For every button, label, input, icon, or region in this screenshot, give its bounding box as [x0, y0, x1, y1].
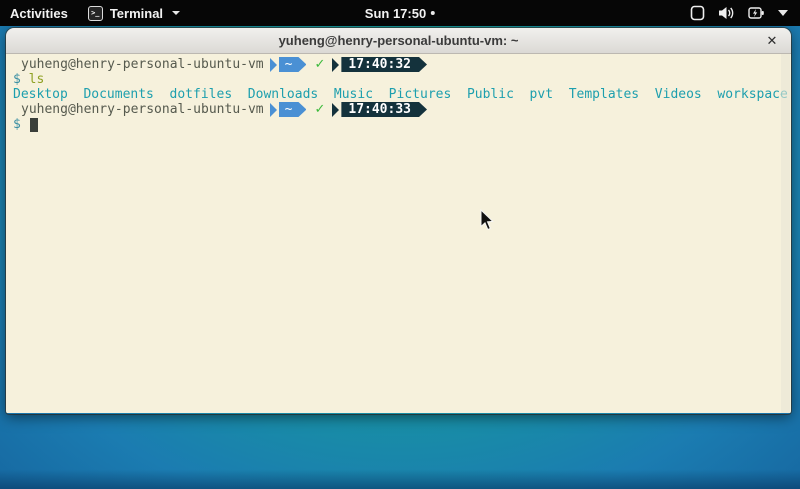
prompt-symbol: $: [13, 72, 21, 87]
powerline-arrow-icon: [270, 103, 277, 117]
system-status-area[interactable]: [678, 0, 800, 26]
text-cursor: [30, 118, 38, 132]
prompt-path-segment: ~: [279, 57, 307, 72]
terminal-content[interactable]: yuheng@henry-personal-ubuntu-vm ~ ✓ 17:4…: [6, 54, 791, 413]
powerline-arrow-icon: [332, 103, 339, 117]
window-titlebar[interactable]: yuheng@henry-personal-ubuntu-vm: ~ ✕: [6, 28, 791, 54]
terminal-window: yuheng@henry-personal-ubuntu-vm: ~ ✕ yuh…: [6, 28, 791, 414]
chevron-down-icon: [778, 10, 788, 16]
terminal-app-icon: >_: [88, 6, 103, 21]
typed-command: ls: [29, 72, 45, 87]
prompt-time-segment: 17:40:32: [341, 57, 427, 72]
tablet-icon: [690, 5, 705, 21]
prompt-user-host: yuheng@henry-personal-ubuntu-vm: [13, 102, 264, 117]
prompt-line-2: yuheng@henry-personal-ubuntu-vm ~ ✓ 17:4…: [13, 102, 791, 117]
app-menu-label: Terminal: [110, 6, 163, 21]
battery-charging-icon: [748, 6, 765, 20]
app-menu-terminal[interactable]: >_ Terminal: [78, 0, 190, 26]
mouse-pointer-icon: [480, 209, 494, 231]
prompt-user-host: yuheng@henry-personal-ubuntu-vm: [13, 57, 264, 72]
prompt-time-segment: 17:40:33: [341, 102, 427, 117]
ls-output: Desktop Documents dotfiles Downloads Mus…: [13, 87, 791, 102]
notification-dot-icon: [431, 11, 435, 15]
close-button[interactable]: ✕: [761, 30, 783, 52]
window-title: yuheng@henry-personal-ubuntu-vm: ~: [279, 33, 519, 48]
chevron-down-icon: [172, 11, 180, 15]
input-line[interactable]: $: [13, 117, 791, 132]
clock-button[interactable]: Sun 17:50: [365, 0, 435, 26]
volume-icon: [718, 6, 735, 20]
activities-button[interactable]: Activities: [0, 0, 78, 26]
command-line: $ ls: [13, 72, 791, 87]
clock-label: Sun 17:50: [365, 6, 426, 21]
prompt-path-segment: ~: [279, 102, 307, 117]
status-check-icon: ✓: [314, 57, 325, 72]
prompt-symbol: $: [13, 117, 21, 132]
top-bar: Activities >_ Terminal Sun 17:50: [0, 0, 800, 26]
status-check-icon: ✓: [314, 102, 325, 117]
powerline-arrow-icon: [332, 58, 339, 72]
powerline-arrow-icon: [270, 58, 277, 72]
scrollbar[interactable]: [781, 54, 790, 413]
prompt-line-1: yuheng@henry-personal-ubuntu-vm ~ ✓ 17:4…: [13, 57, 791, 72]
